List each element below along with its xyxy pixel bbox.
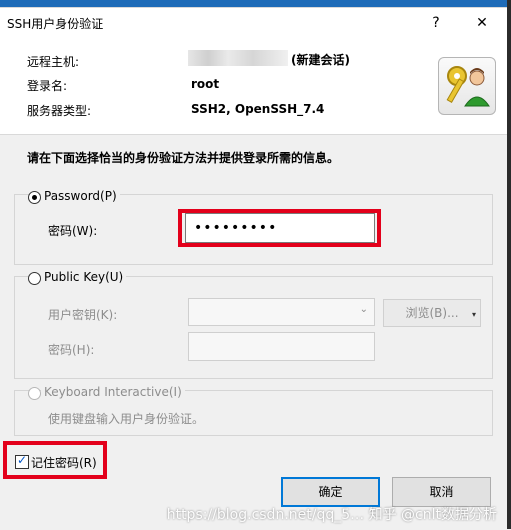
- dialog-title: SSH用户身份验证: [7, 17, 104, 31]
- username-label: 登录名:: [27, 79, 68, 93]
- remote-host-note: (新建会话): [291, 53, 350, 67]
- watermark-text: https://blog.csdn.net/qq_5… 知乎 @cnlt数据分析: [166, 507, 497, 523]
- public-key-radio[interactable]: [28, 272, 41, 285]
- instruction-text: 请在下面选择恰当的身份验证方法并提供登录所需的信息。: [27, 151, 340, 165]
- browse-button-label: 浏览(B)...: [405, 306, 459, 320]
- ssh-auth-dialog: SSH用户身份验证 ? ✕ 远程主机: (新建会话) 登录名: root 服务器…: [0, 7, 507, 530]
- browse-button[interactable]: 浏览(B)... ▾: [383, 299, 481, 327]
- highlight-remember-password: [3, 441, 107, 479]
- username-value: root: [191, 77, 220, 91]
- user-key-select[interactable]: ⌄: [188, 298, 375, 326]
- remote-host-label: 远程主机:: [27, 55, 80, 69]
- key-user-icon: [438, 57, 496, 115]
- user-key-label: 用户密钥(K):: [48, 308, 118, 322]
- help-button[interactable]: ?: [416, 8, 456, 38]
- cancel-button[interactable]: 取消: [392, 477, 491, 507]
- passphrase-input[interactable]: [188, 332, 375, 361]
- keyboard-interactive-radio-label: Keyboard Interactive(I): [41, 385, 185, 399]
- highlight-password-input: [178, 209, 381, 247]
- server-type-label: 服务器类型:: [27, 104, 92, 118]
- title-bar: SSH用户身份验证 ? ✕: [0, 8, 507, 38]
- public-key-group: [14, 276, 493, 379]
- close-button[interactable]: ✕: [462, 8, 502, 38]
- password-field-label: 密码(W):: [48, 224, 98, 238]
- session-info-panel: 远程主机: (新建会话) 登录名: root 服务器类型: SSH2, Open…: [0, 38, 507, 135]
- passphrase-label: 密码(H):: [48, 343, 95, 357]
- password-radio-label: Password(P): [41, 189, 120, 203]
- server-type-value: SSH2, OpenSSH_7.4: [191, 102, 325, 116]
- public-key-radio-label: Public Key(U): [41, 270, 127, 284]
- dropdown-arrow-icon: ▾: [471, 310, 476, 319]
- keyboard-interactive-description: 使用键盘输入用户身份验证。: [48, 412, 205, 426]
- background-window-bar: [0, 0, 511, 7]
- remote-host-value-redacted: [188, 50, 288, 66]
- password-radio[interactable]: [28, 191, 41, 204]
- chevron-down-icon: ⌄: [359, 304, 368, 315]
- ok-button[interactable]: 确定: [281, 477, 380, 507]
- keyboard-interactive-radio[interactable]: [28, 387, 41, 400]
- background-window-edge: [507, 0, 511, 529]
